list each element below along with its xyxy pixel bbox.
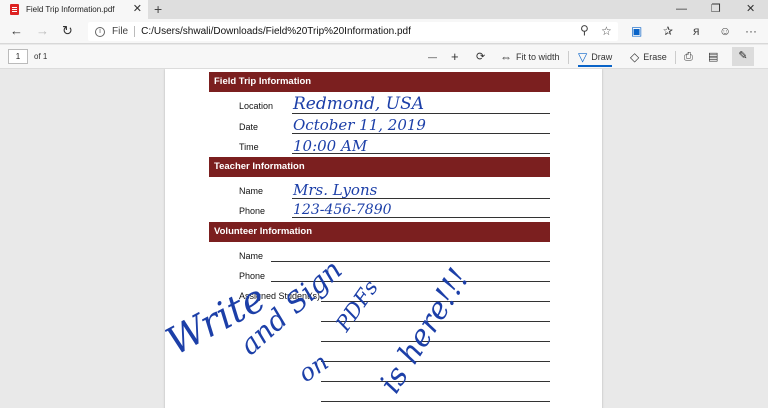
fit-width-icon: ⇔: [500, 50, 512, 64]
draw-button[interactable]: ▽ Draw: [578, 49, 613, 67]
forward-arrow-icon[interactable]: →: [36, 23, 49, 39]
draw-label: Draw: [591, 52, 613, 62]
tab-close-icon[interactable]: ✕: [133, 3, 142, 15]
page-count: of 1: [34, 52, 48, 61]
fit-to-width-label: Fit to width: [516, 52, 560, 62]
toolbar-divider: [675, 51, 676, 64]
pdf-page: Field Trip Information Location Redmond,…: [159, 69, 602, 408]
refresh-icon[interactable]: ↻: [62, 23, 73, 39]
back-arrow-icon[interactable]: ←: [10, 23, 23, 39]
pdf-file-icon: [10, 4, 19, 15]
save-icon[interactable]: ▤: [708, 49, 718, 65]
toolbar-divider: [568, 51, 569, 64]
field-label: Name: [239, 251, 264, 261]
teacher-name-value[interactable]: Mrs. Lyons: [293, 181, 377, 199]
eraser-icon: ◇: [630, 50, 640, 64]
url-scheme: File: [112, 26, 129, 37]
close-window-button[interactable]: ✕: [746, 2, 755, 16]
favorite-star-icon[interactable]: ☆: [601, 23, 612, 39]
field-line: [321, 401, 550, 402]
page-number-input[interactable]: 1: [8, 49, 28, 64]
pin-toolbar-icon[interactable]: ✎: [732, 47, 754, 66]
pdf-viewer[interactable]: Field Trip Information Location Redmond,…: [0, 69, 768, 408]
info-icon[interactable]: i: [95, 26, 105, 37]
feedback-smiley-icon[interactable]: ☺: [719, 23, 731, 39]
url-text[interactable]: C:/Users/shwali/Downloads/Field%20Trip%2…: [141, 26, 411, 37]
print-icon[interactable]: ⎙: [684, 49, 693, 65]
rotate-icon[interactable]: ⟳: [476, 49, 485, 65]
address-bar[interactable]: i File C:/Users/shwali/Downloads/Field%2…: [88, 22, 618, 41]
teacher-phone-value[interactable]: 123-456-7890: [293, 202, 392, 218]
favorites-list-icon[interactable]: ✰: [663, 23, 673, 39]
section-header-field-trip: Field Trip Information: [209, 72, 550, 92]
field-line: [321, 381, 550, 382]
field-label: Phone: [239, 206, 266, 216]
field-line: [321, 361, 550, 362]
draw-pen-icon: ▽: [578, 50, 588, 64]
field-line: [271, 261, 550, 262]
ink-word[interactable]: is here!!!: [373, 262, 477, 399]
navigation-bar: ← → ↻ i File C:/Users/shwali/Downloads/F…: [0, 19, 768, 44]
erase-button[interactable]: ◇ Erase: [630, 49, 667, 65]
date-value[interactable]: October 11, 2019: [293, 116, 426, 134]
section-header-teacher: Teacher Information: [209, 157, 550, 177]
zoom-in-button[interactable]: +: [451, 49, 459, 65]
field-label: Date: [239, 122, 259, 132]
section-header-volunteer: Volunteer Information: [209, 222, 550, 242]
tab-title: Field Trip Information.pdf: [26, 5, 115, 14]
erase-label: Erase: [643, 52, 667, 62]
pdf-toolbar: 1 of 1 — + ⟳ ⇔ Fit to width ▽ Draw ◇ Erase …: [0, 45, 768, 69]
immersive-reader-icon[interactable]: ▣: [631, 23, 642, 39]
field-label: Name: [239, 186, 264, 196]
address-divider: [134, 26, 136, 37]
field-label: Location: [239, 101, 274, 111]
location-value[interactable]: Redmond, USA: [293, 94, 424, 114]
tab-active[interactable]: Field Trip Information.pdf ✕: [0, 0, 148, 19]
new-tab-button[interactable]: +: [154, 1, 162, 17]
time-value[interactable]: 10:00 AM: [293, 137, 367, 155]
tab-strip: Field Trip Information.pdf ✕ + — ❐ ✕: [0, 0, 768, 19]
maximize-button[interactable]: ❐: [711, 2, 721, 16]
minimize-button[interactable]: —: [676, 2, 687, 16]
field-label: Time: [239, 142, 259, 152]
fit-to-width-button[interactable]: ⇔ Fit to width: [500, 49, 560, 65]
profile-icon[interactable]: ᴙ: [693, 23, 700, 39]
zoom-out-button[interactable]: —: [428, 49, 437, 65]
search-page-icon[interactable]: ⚲: [580, 22, 589, 38]
more-menu-icon[interactable]: ···: [745, 23, 757, 39]
